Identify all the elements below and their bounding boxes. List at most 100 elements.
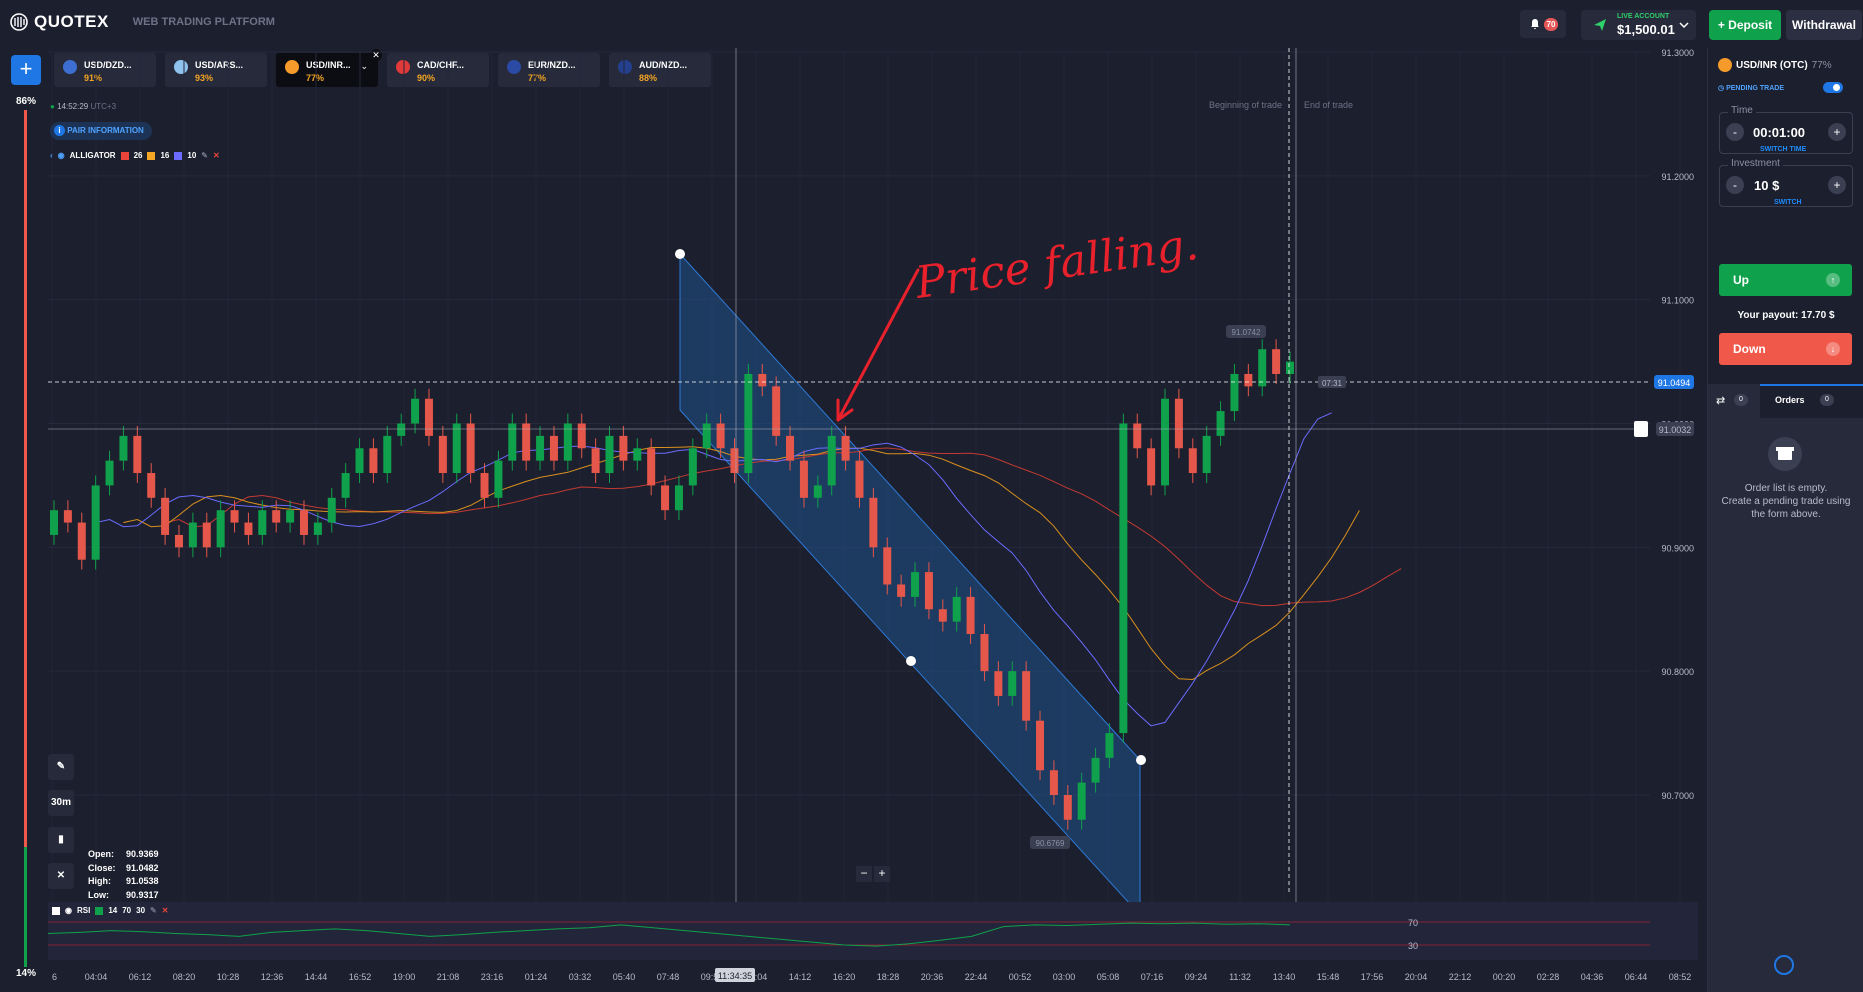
time-axis-label: 17:56 [1361, 972, 1384, 982]
time-value: 00:01:00 [1753, 125, 1806, 140]
candle-body [494, 460, 503, 498]
indicators-button[interactable]: ✕ [48, 863, 74, 889]
candle-body [50, 510, 58, 535]
candle-body [466, 423, 475, 474]
bell-alert-icon[interactable] [1634, 421, 1648, 437]
candle-body [799, 460, 808, 498]
price-axis-label: 91.1000 [1661, 296, 1694, 306]
candle-body [1119, 423, 1128, 734]
ohlc-label: Close: [88, 862, 116, 873]
zoom-out-button[interactable]: − [856, 866, 872, 882]
ohlc-label: Open: [88, 849, 114, 859]
candle-body [286, 510, 295, 523]
withdrawal-button[interactable]: Withdrawal [1786, 10, 1862, 40]
zoom-in-button[interactable]: + [874, 866, 890, 882]
candle-body [827, 435, 836, 486]
candle-body [536, 435, 545, 461]
support-icon[interactable] [1774, 955, 1794, 975]
candle-body [355, 448, 364, 474]
time-axis-label: 14:44 [305, 972, 328, 982]
eye-icon[interactable]: ◉ [58, 151, 65, 160]
collapse-icon[interactable] [52, 906, 60, 915]
candle-body [813, 485, 822, 498]
down-button[interactable]: Down ↓ [1719, 333, 1852, 365]
pending-toggle[interactable] [1823, 82, 1843, 93]
channel-handle[interactable] [1136, 755, 1146, 765]
close-icon[interactable]: ✕ [162, 906, 169, 915]
chart-type-button[interactable]: ▮ [48, 827, 74, 853]
swap-icon[interactable]: ⇄ [1716, 394, 1725, 407]
candle-body [702, 423, 711, 449]
candle-body [1286, 361, 1294, 374]
time-axis-label: 01:24 [525, 972, 548, 982]
begin-trade-label: Beginning of trade [1209, 100, 1282, 110]
eye-icon[interactable]: ◉ [65, 906, 72, 915]
candle-body [869, 497, 878, 548]
price-chart[interactable]: Price falling. 91.3000 91.2000 91.1000 91.0… [0, 0, 1707, 992]
timeframe-button[interactable]: 30m [48, 790, 74, 816]
candle-body [161, 497, 170, 535]
time-axis-label: 00:52 [1009, 972, 1032, 982]
deposit-button[interactable]: + Deposit [1709, 10, 1781, 40]
time-axis-label: 04:36 [1581, 972, 1604, 982]
orders-tab[interactable]: Orders 0 [1760, 384, 1863, 418]
time-axis-label: 02:28 [1537, 972, 1560, 982]
draw-tool-button[interactable]: ✎ [48, 754, 74, 780]
channel-handle[interactable] [675, 249, 685, 259]
candle-body [480, 473, 489, 498]
candle-body [994, 671, 1003, 696]
pending-trade-label: ◷ PENDING TRADE [1718, 85, 1785, 92]
pair-info-button[interactable]: i PAIR INFORMATION [50, 122, 152, 140]
switch-time-link[interactable]: SWITCH TIME [1758, 146, 1809, 153]
time-axis-label: 14:12 [789, 972, 812, 982]
clock-time: 14:52:29 [57, 102, 89, 111]
candle-body [244, 522, 253, 535]
candle-body [952, 596, 961, 622]
orders-count: 0 [1820, 394, 1834, 406]
candle-body [772, 386, 781, 436]
price-axis-label: 90.8000 [1661, 667, 1694, 677]
panel-pair[interactable]: USD/INR (OTC) 77% [1718, 58, 1832, 72]
candle-body [633, 448, 642, 461]
candle-body [897, 584, 906, 597]
collapse-icon[interactable]: ‹ [50, 151, 53, 160]
time-axis-label: 00:20 [1493, 972, 1516, 982]
candle-body [688, 448, 697, 486]
time-plus-button[interactable]: + [1828, 123, 1846, 141]
price-axis-label: 91.3000 [1661, 48, 1694, 58]
candle-body [1216, 411, 1225, 436]
edit-icon[interactable]: ✎ [150, 906, 157, 915]
time-axis-label: 18:28 [877, 972, 900, 982]
time-axis-label: 22:12 [1449, 972, 1472, 982]
switch-link[interactable]: SWITCH [1772, 199, 1804, 206]
time-field[interactable]: Time - 00:01:00 + SWITCH TIME [1719, 105, 1853, 154]
payout-text: Your payout: 17.70 $ [1737, 310, 1835, 321]
investment-minus-button[interactable]: - [1726, 176, 1744, 194]
investment-label: Investment [1728, 158, 1783, 169]
time-axis-label: 06:12 [129, 972, 152, 982]
ohlc-low: 90.9317 [126, 889, 159, 900]
candle-body [397, 423, 406, 436]
color-swatch [120, 151, 129, 160]
channel-handle[interactable] [906, 656, 916, 666]
up-button[interactable]: Up ↑ [1719, 264, 1852, 296]
candle-body [1174, 398, 1183, 449]
candle-body [341, 473, 350, 498]
time-axis-label: 19:00 [393, 972, 416, 982]
candle-body [1008, 671, 1017, 696]
edit-icon[interactable]: ✎ [201, 151, 208, 160]
candle-body [452, 423, 461, 474]
time-axis-label: 05:08 [1097, 972, 1120, 982]
candle-body [202, 522, 211, 548]
candle-body [938, 609, 947, 622]
investment-field[interactable]: Investment - 10 $ + SWITCH [1719, 158, 1853, 207]
close-icon[interactable]: ✕ [213, 151, 220, 160]
candle-body [105, 460, 114, 486]
time-minus-button[interactable]: - [1726, 123, 1744, 141]
candle-body [438, 435, 447, 474]
time-axis-label: 08:20 [173, 972, 196, 982]
time-axis-label: 12:36 [261, 972, 284, 982]
investment-plus-button[interactable]: + [1828, 176, 1846, 194]
clock-tz: UTC+3 [90, 102, 117, 111]
flag-icon [1718, 58, 1732, 72]
